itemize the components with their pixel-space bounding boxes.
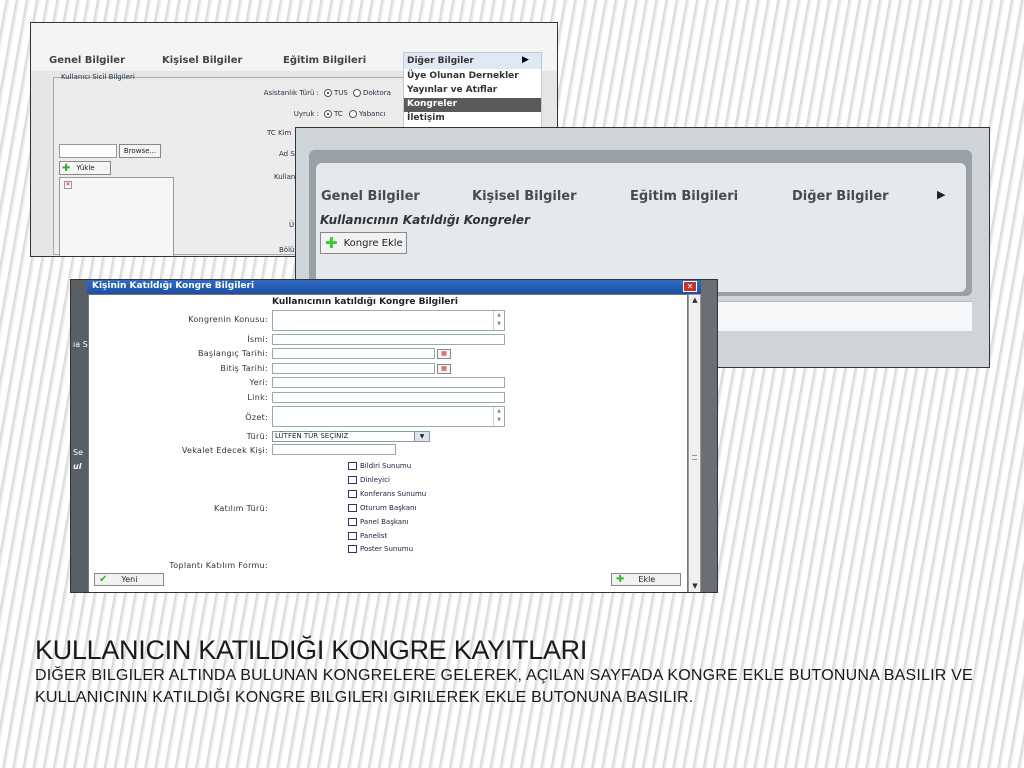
tab-egitim-bilgileri[interactable]: Eğitim Bilgileri (283, 55, 366, 66)
dialog-title: Kişinin Katıldığı Kongre Bilgileri (92, 281, 255, 291)
scroll-down-icon[interactable]: ▼ (690, 582, 700, 592)
file-path-input[interactable] (59, 144, 117, 158)
tab-genel-bilgiler[interactable]: Genel Bilgiler (321, 189, 420, 204)
checkbox-icon (348, 476, 357, 484)
ekle-button[interactable]: ✚ Ekle (611, 573, 681, 586)
checkbox-panelist[interactable]: Panelist (348, 532, 387, 540)
tab-genel-bilgiler[interactable]: Genel Bilgiler (49, 55, 125, 66)
chevron-right-icon: ▶ (522, 55, 529, 65)
checkbox-icon (348, 490, 357, 498)
menu-item-kongreler[interactable]: Kongreler (407, 99, 457, 109)
screenshot-kongre-dialog: ıa S Se ul Kişinin Katıldığı Kongre Bilg… (70, 279, 718, 593)
tab-kisisel-bilgiler[interactable]: Kişisel Bilgiler (472, 189, 577, 204)
bitis-label: Bitiş Tarihi: (220, 364, 268, 373)
toplanti-label: Toplantı Katılım Formu: (169, 561, 268, 570)
checkbox-icon (348, 504, 357, 512)
plus-icon: ✚ (616, 574, 625, 585)
section-heading: Kullanıcının Katıldığı Kongreler (320, 213, 530, 227)
plus-icon: ✚ (62, 162, 71, 174)
background-fragment: Se (73, 448, 83, 457)
ozet-textarea[interactable]: ▲ ▼ (272, 406, 505, 427)
checkbox-oturum-baskani[interactable]: Oturum Başkanı (348, 504, 416, 512)
broken-image-icon: ✕ (64, 181, 72, 189)
calendar-icon[interactable]: ▦ (437, 349, 451, 359)
radio-dot-icon (324, 110, 332, 118)
checkbox-icon (348, 518, 357, 526)
kongre-ekle-button[interactable]: ✚ Kongre Ekle (320, 232, 407, 254)
sicil-label: Kullanıcı Sicil Bilgileri (61, 73, 135, 81)
konu-textarea[interactable]: ▲ ▼ (272, 310, 505, 331)
yeni-button[interactable]: ✔ Yeni (94, 573, 164, 586)
checkbox-icon (348, 462, 357, 470)
background-fragment: ıa S (73, 340, 88, 349)
content-inner (316, 163, 966, 292)
menu-item-iletisim[interactable]: İletişim (407, 113, 445, 123)
radio-tc[interactable]: TC (324, 110, 343, 118)
yeri-label: Yeri: (249, 378, 268, 387)
isim-input[interactable] (272, 334, 505, 345)
close-icon[interactable]: ✕ (683, 281, 697, 292)
bitis-input[interactable] (272, 363, 435, 374)
link-input[interactable] (272, 392, 505, 403)
menu-item-uye-dernekler[interactable]: Üye Olunan Dernekler (407, 71, 519, 81)
vekalet-input[interactable] (272, 444, 396, 455)
checkbox-icon (348, 532, 357, 540)
tab-diger-bilgiler[interactable]: Diğer Bilgiler (792, 189, 889, 204)
yukle-button[interactable]: ✚ Yükle (59, 161, 111, 175)
background-fragment: ul (73, 462, 82, 471)
ozet-label: Özet: (245, 413, 268, 422)
scroll-grip-icon (692, 455, 697, 460)
radio-doktora[interactable]: Doktora (353, 89, 391, 97)
radio-yabanci[interactable]: Yabancı (349, 110, 386, 118)
katilim-label: Katılım Türü: (214, 504, 268, 513)
checkbox-konferans-sunumu[interactable]: Konferans Sunumu (348, 490, 426, 498)
chevron-right-icon: ▶ (937, 188, 946, 201)
radio-dot-icon (349, 110, 357, 118)
isim-label: İsmi: (247, 335, 268, 344)
radio-tus[interactable]: TUS (324, 89, 348, 97)
radio-dot-icon (324, 89, 332, 97)
menu-item-yayinlar[interactable]: Yayınlar ve Atıflar (407, 85, 497, 95)
checkbox-bildiri-sunumu[interactable]: Bildiri Sunumu (348, 462, 411, 470)
slide-title: KULLANICIN KATILDIĞI KONGRE KAYITLARI (35, 635, 588, 665)
checkbox-dinleyici[interactable]: Dinleyici (348, 476, 390, 484)
photo-listbox (59, 177, 174, 256)
asistanlik-label: Asistanlık Türü : (263, 89, 319, 97)
checkbox-icon (348, 545, 357, 553)
chevron-down-icon: ▼ (414, 432, 429, 441)
baslangic-label: Başlangıç Tarihi: (197, 349, 268, 358)
form-title: Kullanıcının katıldığı Kongre Bilgileri (272, 297, 458, 307)
tc-kimlik-label: TC Kim (267, 129, 292, 137)
konu-label: Kongrenin Konusu: (188, 315, 268, 324)
slide-body: DIĞER BILGILER ALTINDA BULUNAN KONGRELER… (35, 667, 973, 706)
link-label: Link: (247, 393, 268, 402)
menu-header-diger-bilgiler[interactable]: Diğer Bilgiler (407, 56, 474, 66)
tur-label: Türü: (246, 432, 268, 441)
textarea-scroll-icon: ▲ ▼ (493, 311, 504, 330)
tab-kisisel-bilgiler[interactable]: Kişisel Bilgiler (162, 55, 242, 66)
tur-select[interactable]: LÜTFEN TÜR SEÇİNİZ ▼ (272, 431, 430, 442)
check-icon: ✔ (99, 574, 108, 585)
textarea-scroll-icon: ▲ ▼ (493, 407, 504, 426)
plus-icon: ✚ (325, 234, 338, 252)
background-page-strip (71, 280, 89, 592)
baslangic-input[interactable] (272, 348, 435, 359)
checkbox-panel-baskani[interactable]: Panel Başkanı (348, 518, 408, 526)
tab-egitim-bilgileri[interactable]: Eğitim Bilgileri (630, 189, 738, 204)
calendar-icon[interactable]: ▦ (437, 364, 451, 374)
uyruk-label: Uyruk : (293, 110, 319, 118)
slide-caption: KULLANICIN KATILDIĞI KONGRE KAYITLARI DI… (35, 635, 995, 709)
diger-bilgiler-menu: Diğer Bilgiler ▶ Üye Olunan Dernekler Ya… (403, 52, 542, 130)
vekalet-label: Vekalet Edecek Kişi: (181, 446, 268, 455)
browse-button[interactable]: Browse... (119, 144, 161, 158)
checkbox-poster-sunumu[interactable]: Poster Sunumu (348, 545, 413, 553)
scroll-up-icon[interactable]: ▲ (690, 296, 700, 306)
yeri-input[interactable] (272, 377, 505, 388)
dialog-scrollbar[interactable]: ▲ ▼ (688, 294, 701, 592)
radio-dot-icon (353, 89, 361, 97)
